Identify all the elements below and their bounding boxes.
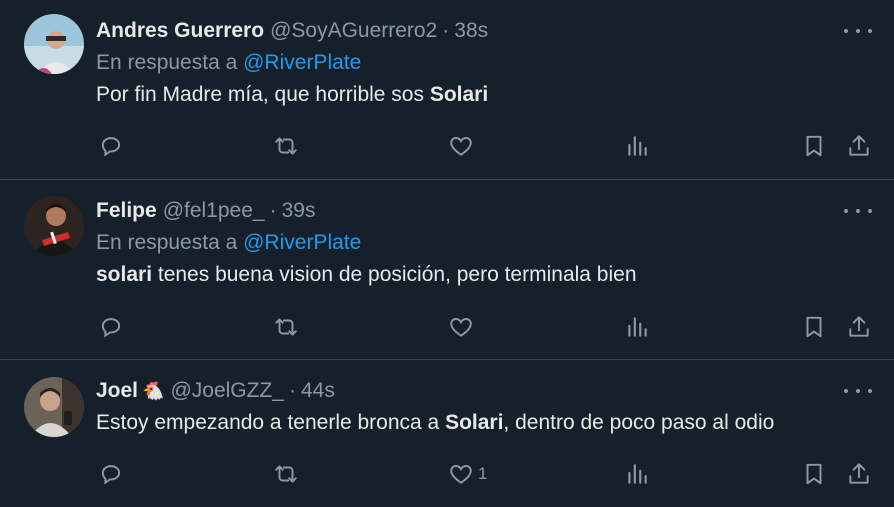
more-icon[interactable] [844,21,872,41]
reply-context: En respuesta a @RiverPlate [96,50,814,76]
chicken-emoji-icon: 🐔 [142,381,165,401]
retweet-button[interactable] [273,131,299,161]
reply-mention-link[interactable]: @RiverPlate [243,51,361,74]
author-name[interactable]: Felipe [96,198,157,224]
like-icon [450,465,472,484]
share-button[interactable] [846,312,872,342]
like-icon [450,137,472,156]
timestamp[interactable]: 39s [282,198,316,224]
bookmark-icon [806,463,822,485]
author-name[interactable]: Andres Guerrero [96,18,264,44]
bookmark-button[interactable] [801,459,827,489]
retweet-icon [275,318,297,336]
reply-prefix: En respuesta a [96,51,238,74]
reply-button[interactable] [98,459,124,489]
tweet-text: Por fin Madre mía, que horrible sos Sola… [96,82,814,108]
reply-icon [101,137,121,157]
reply-button[interactable] [98,131,124,161]
share-button[interactable] [846,459,872,489]
views-icon [628,136,647,156]
reply-context: En respuesta a @RiverPlate [96,230,814,256]
bookmark-button[interactable] [801,312,827,342]
retweet-icon [275,465,297,483]
share-icon [849,316,869,337]
author-name[interactable]: Joel [96,378,138,404]
like-button[interactable] [448,312,478,342]
more-icon[interactable] [844,201,872,221]
author-handle[interactable]: @fel1pee_ [163,198,265,224]
avatar[interactable] [24,196,84,256]
avatar[interactable] [24,377,84,437]
timestamp[interactable]: 44s [301,378,335,404]
separator: · [288,379,296,402]
avatar[interactable] [24,14,84,74]
bookmark-icon [806,316,822,338]
reply-prefix: En respuesta a [96,231,238,254]
retweet-icon [275,137,297,155]
tweet[interactable]: Joel 🐔 @JoelGZZ_ · 44s Estoy empezando a… [0,360,894,507]
share-icon [849,135,869,156]
views-icon [628,317,647,337]
author-handle[interactable]: @JoelGZZ_ [170,378,284,404]
retweet-button[interactable] [273,312,299,342]
highlighted-term: solari [96,263,153,286]
text-part: Por fin Madre mía, que horrible sos [96,83,430,106]
views-button[interactable] [624,131,650,161]
views-button[interactable] [624,459,650,489]
views-button[interactable] [624,312,650,342]
bookmark-button[interactable] [801,131,827,161]
like-button[interactable]: 1 [448,459,487,489]
highlighted-term: Solari [445,411,504,434]
text-part: , dentro de poco paso al odio [503,411,775,434]
tweet[interactable]: Felipe @fel1pee_ · 39s En respuesta a @R… [0,180,894,360]
views-icon [628,464,647,484]
like-count: 1 [478,464,488,483]
tweet-text: Estoy empezando a tenerle bronca a Solar… [96,410,814,436]
separator: · [442,19,450,42]
reply-mention-link[interactable]: @RiverPlate [243,231,361,254]
author-handle[interactable]: @SoyAGuerrero2 [270,18,437,44]
retweet-button[interactable] [273,459,299,489]
separator: · [269,199,277,222]
text-part: Estoy empezando a tenerle bronca a [96,411,446,434]
share-icon [849,463,869,484]
reply-button[interactable] [98,312,124,342]
like-icon [450,318,472,337]
timestamp[interactable]: 38s [454,18,488,44]
reply-icon [101,318,121,338]
text-part: tenes buena vision de posición, pero ter… [152,263,637,286]
tweet[interactable]: Andres Guerrero @SoyAGuerrero2 · 38s En … [0,0,894,180]
reply-icon [101,465,121,485]
bookmark-icon [806,135,822,157]
tweet-text: solari tenes buena vision de posición, p… [96,262,814,288]
highlighted-term: Solari [429,83,489,106]
share-button[interactable] [846,131,872,161]
like-button[interactable] [448,131,478,161]
more-icon[interactable] [844,381,872,401]
